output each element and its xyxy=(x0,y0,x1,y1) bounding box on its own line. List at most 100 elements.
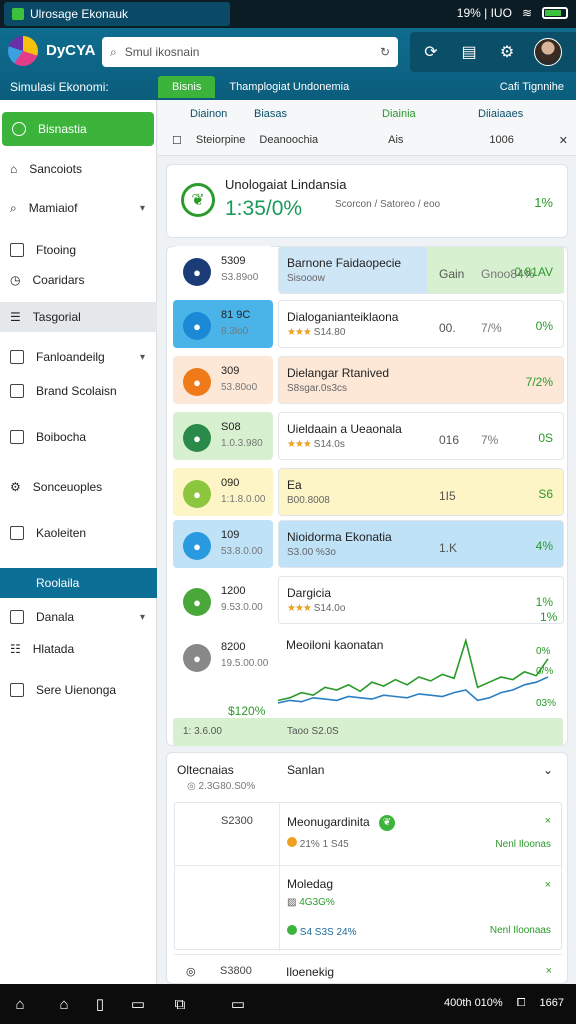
row-col2: 7/% xyxy=(481,321,502,335)
box-icon xyxy=(10,384,24,398)
tab-bisnis[interactable]: Bisnis xyxy=(158,76,216,98)
search-placeholder: Smul ikosnain xyxy=(124,45,200,59)
lower-row-badge-text: S4 S3S 24% xyxy=(299,927,357,938)
filter-value: Steiorpine xyxy=(195,134,246,146)
sidebar-item-mamiaiof[interactable]: ⌕ Mamiaiof ▾ xyxy=(0,193,157,223)
item-row[interactable]: Dielangar Rtanived S8sgar.0s3cs 7/2% xyxy=(278,356,564,404)
leaf-icon: ● xyxy=(183,258,211,286)
leaf-icon: ● xyxy=(183,588,211,616)
filter-header[interactable]: Diainon xyxy=(190,108,227,120)
stat-tile[interactable]: ● 1200 9.53.0.00 xyxy=(173,576,273,624)
sidebar-item-brand[interactable]: Brand Scolaisn xyxy=(0,376,157,406)
status-dot xyxy=(287,925,297,935)
sidebar-item-sere[interactable]: Sere Uienonga xyxy=(0,675,157,705)
lower-row-name: Moledag xyxy=(287,877,334,891)
sidebar-item-label: Hlatada xyxy=(32,642,75,656)
refresh-icon[interactable]: ↻ xyxy=(380,45,390,59)
close-icon[interactable]: × xyxy=(545,879,551,891)
sidebar-item-bisnastia[interactable]: Bisnastia xyxy=(2,112,154,146)
filter-header[interactable]: Diainia xyxy=(382,108,416,120)
chart-icon: ● xyxy=(183,312,211,340)
back-icon[interactable]: ⌂ xyxy=(54,994,74,1014)
stat-tile[interactable]: ● 309 53.80o0 xyxy=(173,356,273,404)
sidebar-item-roolaila[interactable]: Roolaila xyxy=(0,568,157,598)
lower-head-left: Oltecnaias xyxy=(177,763,234,777)
avatar[interactable] xyxy=(534,38,562,66)
recents-icon[interactable]: ▭ xyxy=(228,994,248,1014)
tile-value: 109 xyxy=(221,529,240,541)
lower-row-action[interactable]: Nenl Iloonaas xyxy=(490,925,551,936)
filter-bar: Diainon Biasas Diainia Diiaiaaes ☐ Steio… xyxy=(158,100,576,156)
lower-row-stat-text: 4G3G% xyxy=(299,897,335,908)
stat-tile[interactable]: ● 8200 19.5.00.00 xyxy=(173,632,273,680)
header-actions: ⟳ ▤ ⚙ xyxy=(410,32,576,72)
tile-subvalue: 1.0.3.980 xyxy=(221,438,263,449)
tile-subvalue: 19.5.00.00 xyxy=(221,658,269,669)
sidebar-item-fanloandeilg[interactable]: Fanloandeilg ▾ xyxy=(0,342,157,372)
tabs-icon[interactable]: ⧉ xyxy=(170,994,190,1014)
lower-row-badge: S4 S3S 24% xyxy=(287,925,357,938)
document-icon[interactable]: ▤ xyxy=(458,41,480,63)
sidebar-item-sancoiots[interactable]: ⌂ Sancoiots xyxy=(0,154,157,184)
item-row[interactable]: Barnone Faidaopecie Sisooow Gain Gnoo84% 0.8… xyxy=(278,246,564,294)
sync-icon[interactable]: ⟳ xyxy=(420,41,442,63)
filter-header[interactable]: Biasas xyxy=(254,108,287,120)
lower-row-action[interactable]: Nenl Iloonas xyxy=(495,839,551,850)
lower-list: S2300 Meonugardinita ❦ 21% 1 S45 × Nenl … xyxy=(174,802,563,951)
filter-header[interactable]: Diiaiaaes xyxy=(478,108,523,120)
row-stat-text: S3.00 %3o xyxy=(287,547,336,558)
stat-tile[interactable]: ● 81 9C 8.3lo0 xyxy=(173,300,273,348)
item-row[interactable]: Uieldaain a Ueaonala ★★★ S14.0s 016 7% 0S xyxy=(278,412,564,460)
row-col3: 7/2% xyxy=(525,375,553,389)
sidebar-item-hlatada[interactable]: ☷ Hlatada xyxy=(0,634,157,664)
row-col3: 0% xyxy=(535,319,553,333)
row-col3: 0S xyxy=(538,431,553,445)
close-icon[interactable]: × xyxy=(545,815,551,827)
lower-head-sub: ◎ 2.3G80.S0% xyxy=(187,781,255,792)
sidebar-item-label: Tasgorial xyxy=(32,310,81,324)
doc-icon: ● xyxy=(183,644,211,672)
tab-cafi[interactable]: Cafi Tignnihe xyxy=(486,76,576,98)
stat-tile[interactable]: ● 109 53.8.0.00 xyxy=(173,520,273,568)
row-col3: S6 xyxy=(538,487,553,501)
sidebar-item-danala[interactable]: Danala ▾ xyxy=(0,602,157,632)
stat-tile[interactable]: ● 090 1:1.8.0.00 xyxy=(173,468,273,516)
window-icon[interactable]: ▭ xyxy=(128,994,148,1014)
browser-tab[interactable]: Ulrosage Ekonauk xyxy=(4,2,230,26)
lower-row-name: Iloenekig xyxy=(286,965,335,979)
search-input[interactable]: ⌕ Smul ikosnain ↻ xyxy=(102,37,398,67)
book-icon[interactable]: ▯ xyxy=(90,994,110,1014)
sidebar-item-boibocha[interactable]: Boibocha xyxy=(0,422,157,452)
lower-left-value: S3800 xyxy=(220,965,252,977)
stat-tile[interactable]: ● 5309 S3.89o0 xyxy=(173,246,273,294)
chevron-down-icon[interactable]: ⌄ xyxy=(543,763,553,777)
filter-row: ☐ Steiorpine Deanoochia Ais 1006 ✕ xyxy=(172,130,568,150)
lower-row-name: Meonugardinita xyxy=(287,815,370,829)
gear-icon[interactable]: ⚙ xyxy=(496,41,518,63)
sidebar-item-tasgorial[interactable]: ☰ Tasgorial xyxy=(0,302,157,332)
item-row[interactable]: Dialoganianteiklaona ★★★ S14.80 00. 7/% 0% xyxy=(278,300,564,348)
item-row[interactable]: Dargicia ★★★ S14.0o 1% xyxy=(278,576,564,624)
tile-value: 81 9C xyxy=(221,309,251,321)
home-icon[interactable]: ⌂ xyxy=(10,994,30,1014)
lower-row-stat-text: 21% 1 S45 xyxy=(299,839,349,850)
chart-tag: 0/% xyxy=(536,666,554,677)
sidebar-item-coaridars[interactable]: ◷ Coaridars xyxy=(0,265,157,295)
close-icon[interactable]: × xyxy=(546,965,552,977)
sidebar-item-ftooing[interactable]: Ftooing xyxy=(0,235,157,265)
item-row[interactable]: Nioidorma Ekonatia S3.00 %3o 1.K 4% xyxy=(278,520,564,568)
checkbox-icon[interactable]: ☐ xyxy=(172,134,182,147)
leaf-icon: ❦ xyxy=(379,815,395,831)
stat-tile[interactable]: ● S08 1.0.3.980 xyxy=(173,412,273,460)
box-icon xyxy=(10,526,24,540)
leaf-icon: ❦ xyxy=(181,183,215,217)
item-row[interactable]: Ea B00.8008 1I5 S6 xyxy=(278,468,564,516)
clock-icon: ◷ xyxy=(10,273,21,287)
tab-icon xyxy=(12,8,24,20)
tab-thamplogiat[interactable]: Thamplogiat Undonemia xyxy=(215,76,363,98)
close-icon[interactable]: ✕ xyxy=(559,134,568,147)
sidebar-item-kaoleiten[interactable]: Kaoleiten xyxy=(0,518,157,548)
sidebar-item-sonceuoples[interactable]: ⚙ Sonceuoples xyxy=(0,472,157,502)
tile-value: S08 xyxy=(221,421,241,433)
search-icon: ⌕ xyxy=(10,200,17,215)
